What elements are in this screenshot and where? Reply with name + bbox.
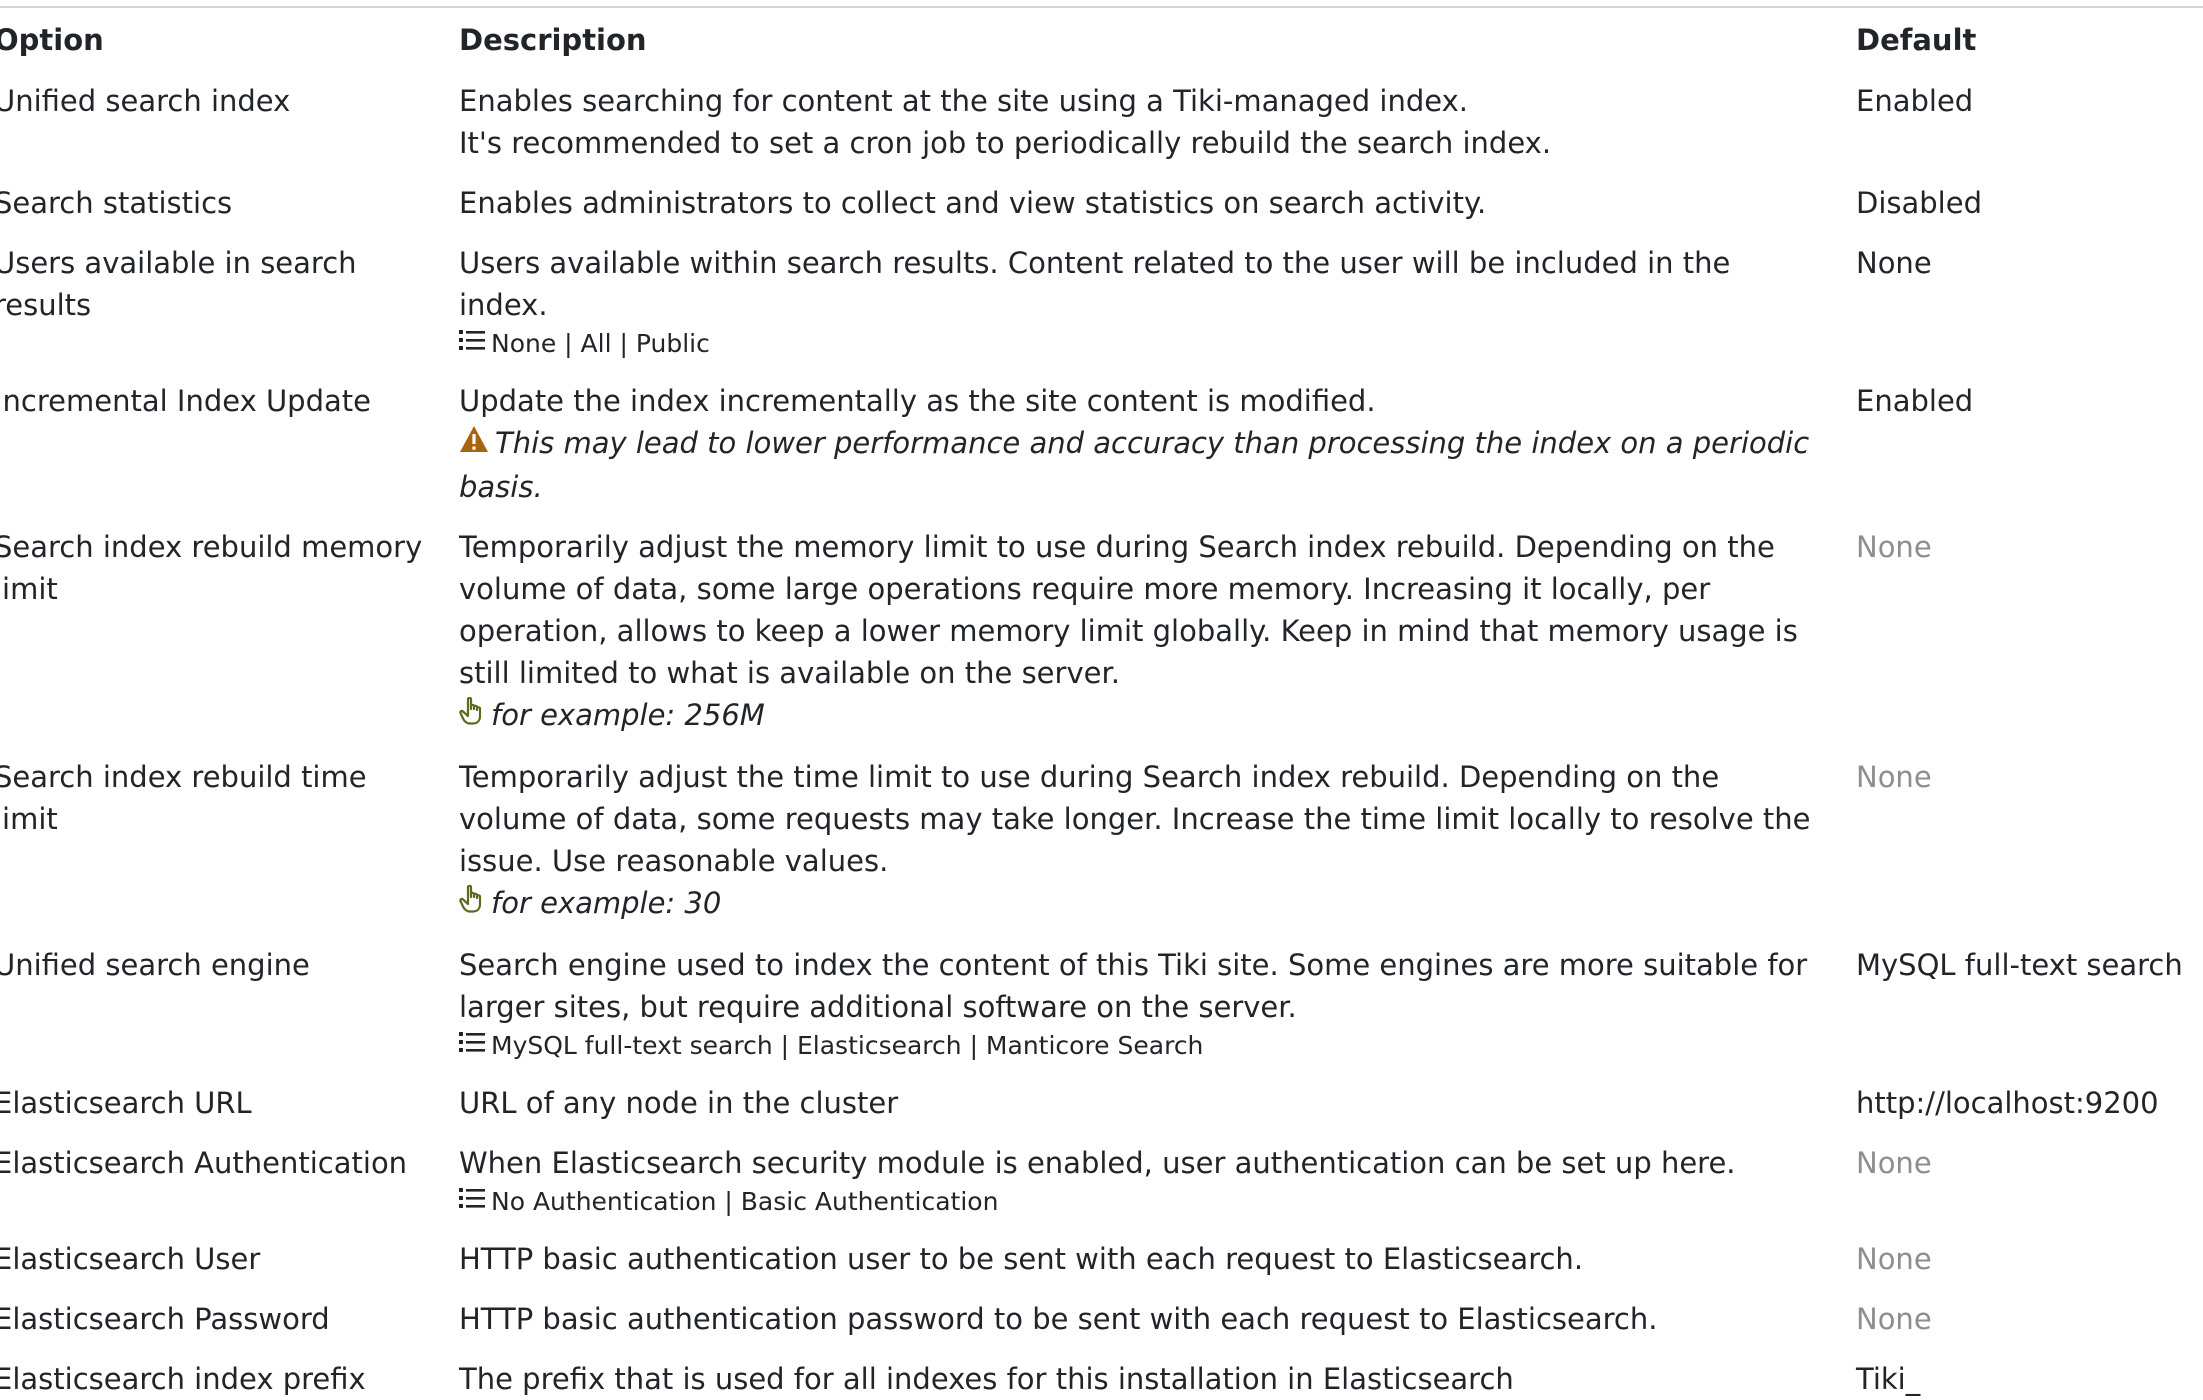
option-description: Enables administrators to collect and vi… [459, 173, 1856, 233]
description-text: The prefix that is used for all indexes … [459, 1362, 1514, 1396]
option-name: Search index rebuild time limit [0, 760, 367, 836]
description-text: HTTP basic authentication user to be sen… [459, 1242, 1584, 1276]
default-value: Disabled [1856, 186, 1982, 220]
option-description: The prefix that is used for all indexes … [459, 1349, 1856, 1400]
option-description: Enables searching for content at the sit… [459, 71, 1856, 173]
option-name: Elasticsearch Authentication [0, 1146, 408, 1180]
table-row: Elasticsearch Password HTTP basic authen… [0, 1289, 2203, 1349]
option-name: Elasticsearch Password [0, 1302, 330, 1336]
description-text: Update the index incrementally as the si… [459, 384, 1376, 418]
allowed-values: None | All | Public [459, 327, 1826, 362]
preferences-view: Option Description Default Unified searc… [0, 0, 2203, 1396]
default-value: None [1856, 1146, 1932, 1180]
table-row: Unified search engine Search engine used… [0, 935, 2203, 1073]
table-row: Elasticsearch Authentication When Elasti… [0, 1133, 2203, 1229]
default-value: Enabled [1856, 84, 1974, 118]
option-description: Update the index incrementally as the si… [459, 371, 1856, 517]
default-value: MySQL full-text search [1856, 948, 2183, 982]
table-row: Unified search index Enables searching f… [0, 71, 2203, 173]
allowed-values-text: MySQL full-text search | Elasticsearch |… [491, 1031, 1204, 1060]
option-name: Search statistics [0, 186, 233, 220]
table-row: Search index rebuild time limit Temporar… [0, 747, 2203, 935]
allowed-values-text: None | All | Public [491, 329, 710, 358]
allowed-values: MySQL full-text search | Elasticsearch |… [459, 1029, 1826, 1064]
description-text: Enables searching for content at the sit… [459, 84, 1468, 118]
description-text: Temporarily adjust the time limit to use… [459, 760, 1811, 878]
option-name: Users available in search results [0, 246, 357, 322]
default-value: http://localhost:9200 [1856, 1086, 2159, 1120]
list-icon [459, 1028, 485, 1062]
description-text: HTTP basic authentication password to be… [459, 1302, 1658, 1336]
table-row: Search statistics Enables administrators… [0, 173, 2203, 233]
example-text: for example: 256M [491, 698, 765, 732]
option-description: HTTP basic authentication password to be… [459, 1289, 1856, 1349]
description-text: Users available within search results. C… [459, 246, 1731, 322]
table-header-row: Option Description Default [0, 8, 2203, 71]
header-option: Option [0, 23, 104, 57]
allowed-values: No Authentication | Basic Authentication [459, 1185, 1826, 1220]
option-description: Users available within search results. C… [459, 233, 1856, 371]
description-text: It's recommended to set a cron job to pe… [459, 126, 1552, 160]
header-default: Default [1856, 23, 1977, 57]
preferences-table: Option Description Default Unified searc… [0, 8, 2203, 1400]
pointing-hand-icon [459, 882, 485, 924]
table-row: Search index rebuild memory limit Tempor… [0, 517, 2203, 747]
description-text: URL of any node in the cluster [459, 1086, 899, 1120]
option-name: Elasticsearch User [0, 1242, 261, 1276]
description-text: Enables administrators to collect and vi… [459, 186, 1487, 220]
option-name: Unified search engine [0, 948, 310, 982]
table-row: Incremental Index Update Update the inde… [0, 371, 2203, 517]
default-value: None [1856, 1302, 1932, 1336]
table-row: Users available in search results Users … [0, 233, 2203, 371]
default-value: None [1856, 760, 1932, 794]
default-value: None [1856, 1242, 1932, 1276]
option-description: Temporarily adjust the time limit to use… [459, 747, 1856, 935]
option-description: When Elasticsearch security module is en… [459, 1133, 1856, 1229]
list-icon [459, 326, 485, 360]
list-icon [459, 1184, 485, 1218]
option-name: Search index rebuild memory limit [0, 530, 423, 606]
option-description: Temporarily adjust the memory limit to u… [459, 517, 1856, 747]
warning-triangle-icon [459, 422, 489, 464]
description-text: When Elasticsearch security module is en… [459, 1146, 1736, 1180]
description-text: Temporarily adjust the memory limit to u… [459, 530, 1798, 690]
option-name: Elasticsearch index prefix [0, 1362, 366, 1396]
header-description: Description [459, 23, 647, 57]
option-description: Search engine used to index the content … [459, 935, 1856, 1073]
description-text: Search engine used to index the content … [459, 948, 1808, 1024]
default-value: Tiki_ [1856, 1362, 1921, 1396]
default-value: None [1856, 246, 1932, 280]
default-value: None [1856, 530, 1932, 564]
table-row: Elasticsearch URL URL of any node in the… [0, 1073, 2203, 1133]
default-value: Enabled [1856, 384, 1974, 418]
option-name: Incremental Index Update [0, 384, 371, 418]
option-description: HTTP basic authentication user to be sen… [459, 1229, 1856, 1289]
example-note: for example: 256M [459, 694, 1826, 738]
option-name: Unified search index [0, 84, 291, 118]
option-name: Elasticsearch URL [0, 1086, 252, 1120]
option-description: URL of any node in the cluster [459, 1073, 1856, 1133]
warning-text: This may lead to lower performance and a… [459, 426, 1810, 504]
example-note: for example: 30 [459, 882, 1826, 926]
pointing-hand-icon [459, 694, 485, 736]
table-row: Elasticsearch index prefix The prefix th… [0, 1349, 2203, 1400]
example-text: for example: 30 [491, 886, 722, 920]
table-row: Elasticsearch User HTTP basic authentica… [0, 1229, 2203, 1289]
allowed-values-text: No Authentication | Basic Authentication [491, 1187, 999, 1216]
warning-note: This may lead to lower performance and a… [459, 422, 1826, 508]
